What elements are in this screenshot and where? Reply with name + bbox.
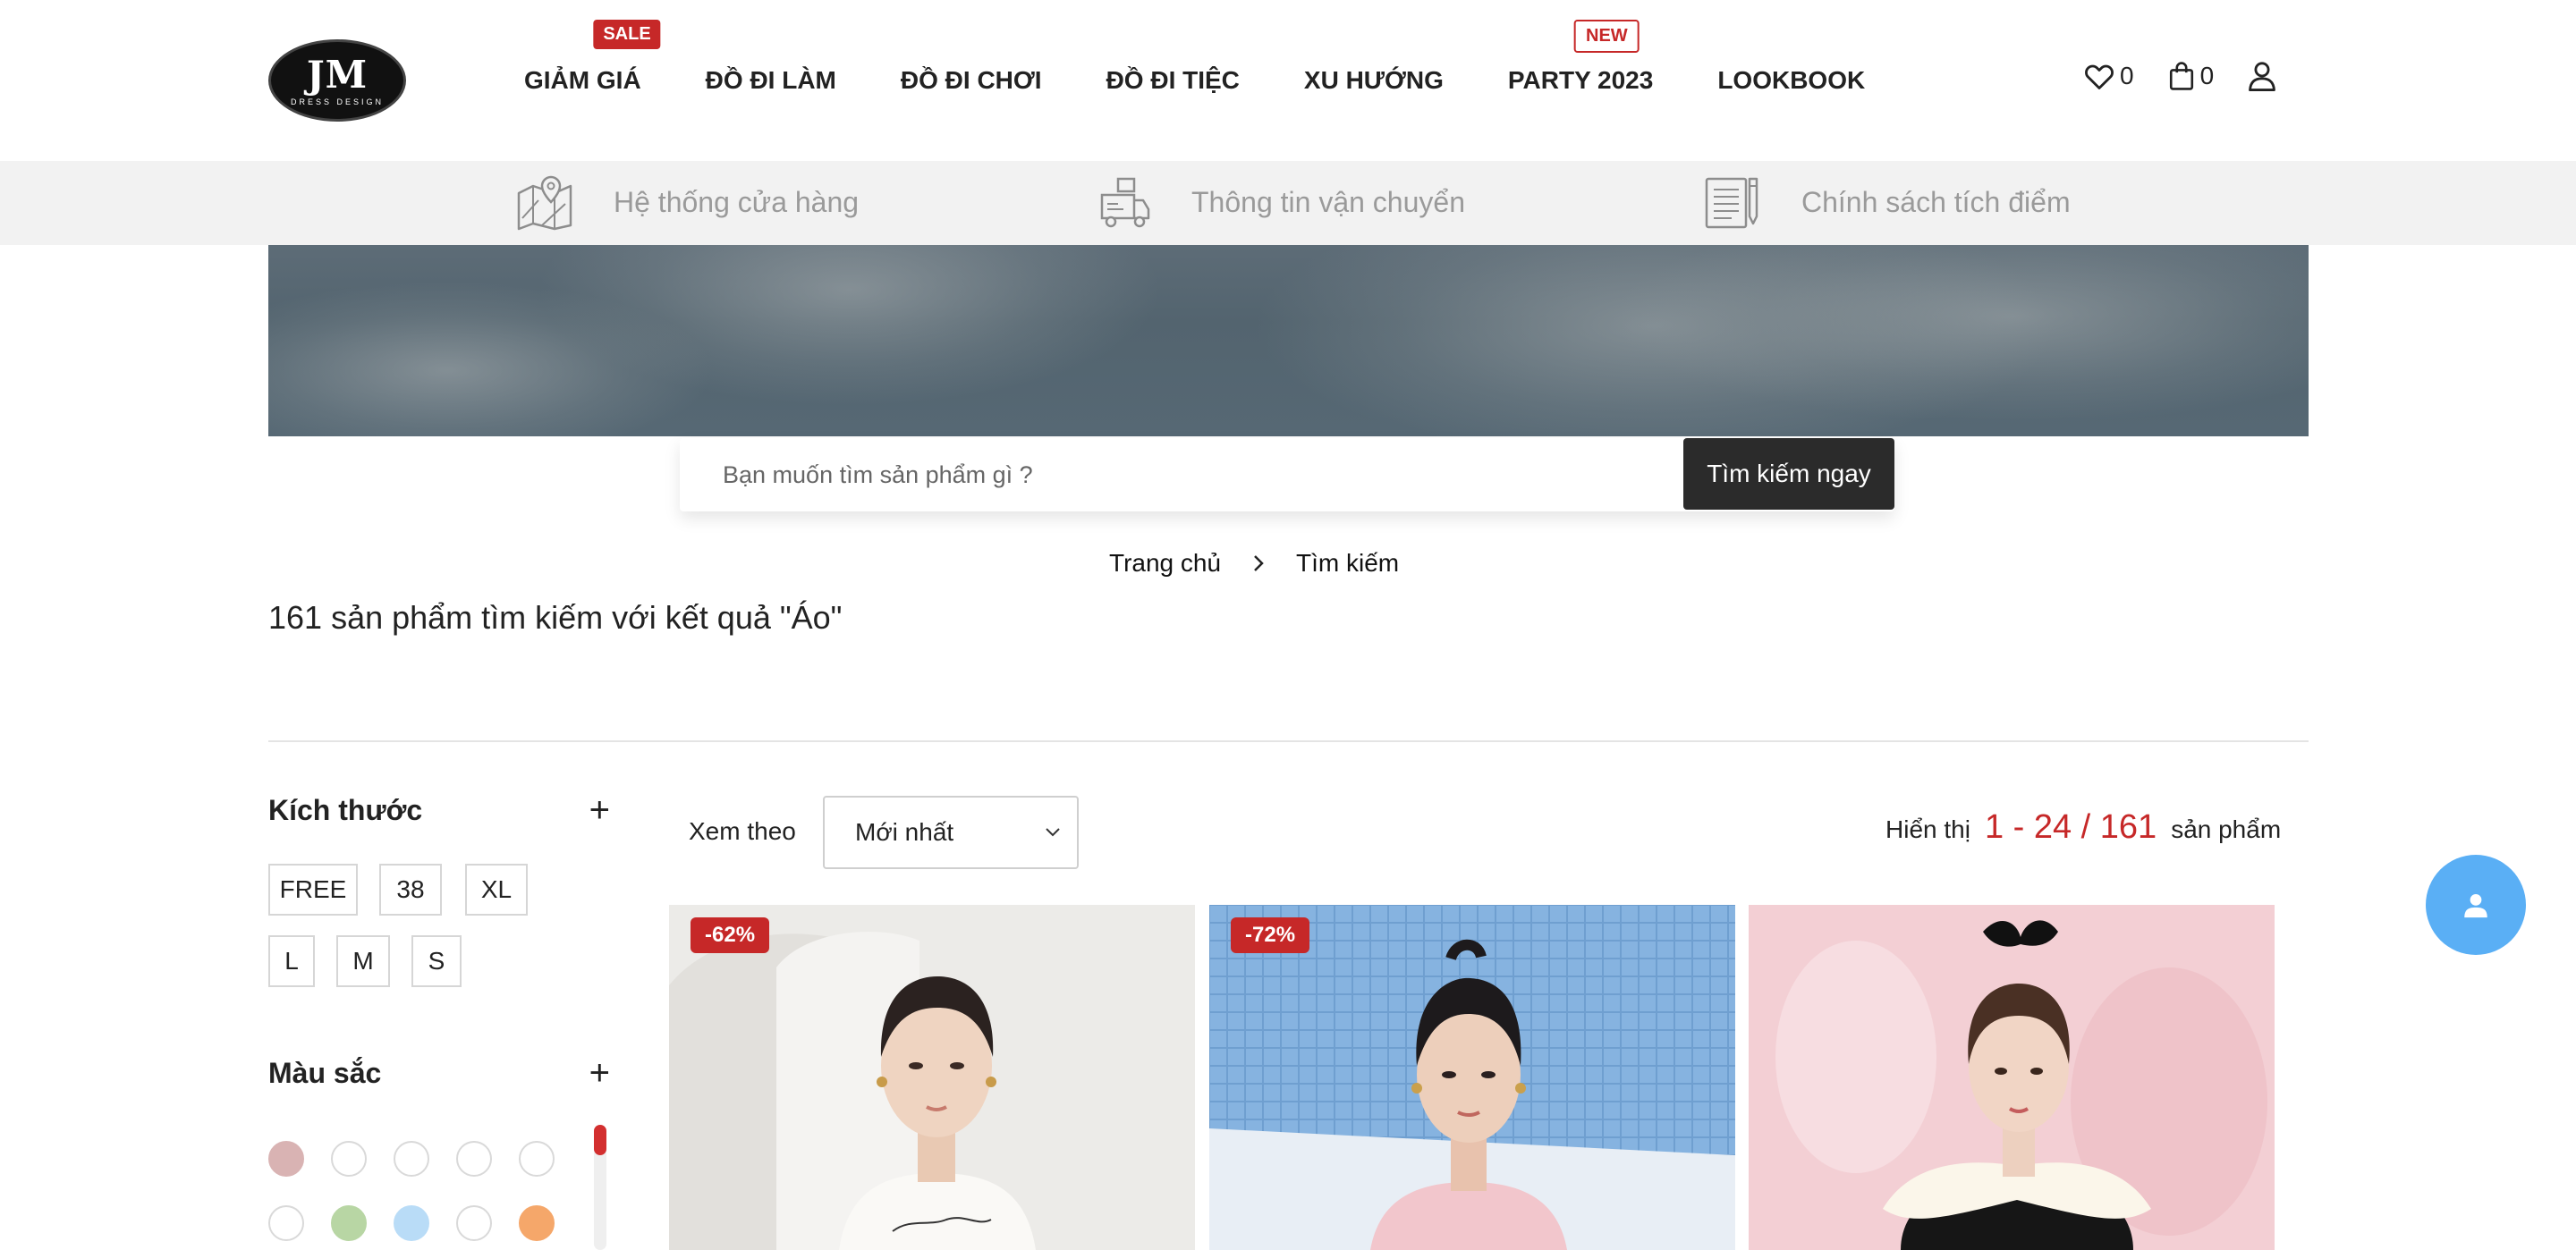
heart-icon <box>2085 64 2114 89</box>
show-prefix: Hiển thị <box>1885 815 1970 843</box>
loyalty-policy-link[interactable]: Chính sách tích điểm <box>1703 173 2071 231</box>
sort-label: Xem theo <box>689 817 796 845</box>
info-bar: Hệ thống cửa hàng Thông tin vận chuyển C… <box>0 161 2576 245</box>
color-swatch[interactable] <box>394 1205 429 1241</box>
nav-label: ĐỒ ĐI LÀM <box>705 66 836 94</box>
sale-badge: SALE <box>593 20 661 49</box>
size-option[interactable]: 38 <box>379 864 442 916</box>
section-divider <box>268 740 2309 742</box>
color-swatch[interactable] <box>519 1205 555 1241</box>
color-filter-title: Màu sắc <box>268 1056 382 1089</box>
color-swatch[interactable] <box>268 1141 304 1177</box>
search-button[interactable]: Tìm kiếm ngay <box>1683 438 1894 510</box>
size-option[interactable]: XL <box>465 864 528 916</box>
size-option[interactable]: L <box>268 935 315 987</box>
breadcrumb-home[interactable]: Trang chủ <box>1109 549 1221 578</box>
cart-button[interactable]: 0 <box>2168 61 2215 91</box>
logo-mark: JM <box>306 53 369 97</box>
nav-item-casual[interactable]: ĐỒ ĐI CHƠI <box>901 66 1042 95</box>
account-button[interactable] <box>2248 61 2276 91</box>
product-image <box>669 905 1195 1250</box>
size-filter-title: Kích thước <box>268 793 423 826</box>
document-pen-icon <box>1705 177 1758 229</box>
show-suffix: sản phẩm <box>2171 815 2282 843</box>
search-input[interactable] <box>680 438 1683 511</box>
nav-item-lookbook[interactable]: LOOKBOOK <box>1717 66 1865 95</box>
discount-badge: -72% <box>1231 917 1310 953</box>
info-label: Chính sách tích điểm <box>1801 185 2071 218</box>
nav-label: LOOKBOOK <box>1717 66 1866 94</box>
store-system-link[interactable]: Hệ thống cửa hàng <box>515 173 859 231</box>
truck-icon <box>1100 177 1150 228</box>
main-nav: SALE GIẢM GIÁ ĐỒ ĐI LÀM ĐỒ ĐI CHƠI ĐỒ ĐI… <box>524 20 1929 98</box>
show-range: 1 - 24 / 161 <box>1984 808 2157 846</box>
chevron-right-icon <box>1253 554 1264 572</box>
breadcrumb-current: Tìm kiếm <box>1296 549 1400 577</box>
color-swatch[interactable] <box>331 1205 367 1241</box>
site-header: JM DRESS DESIGN SALE GIẢM GIÁ ĐỒ ĐI LÀM … <box>0 0 2576 161</box>
user-icon <box>2464 893 2487 918</box>
discount-badge: -62% <box>691 917 770 953</box>
color-filter-header[interactable]: Màu sắc + <box>268 1055 610 1091</box>
size-option[interactable]: M <box>336 935 390 987</box>
product-card[interactable]: -62% <box>669 905 1195 1250</box>
info-label: Thông tin vận chuyển <box>1191 185 1465 218</box>
nav-label: PARTY 2023 <box>1507 66 1654 94</box>
chat-button[interactable] <box>2426 855 2526 955</box>
color-scrollbar-thumb[interactable] <box>594 1125 606 1155</box>
hero-banner <box>268 245 2309 436</box>
product-card[interactable] <box>1749 905 2275 1250</box>
nav-label: GIẢM GIÁ <box>524 66 641 94</box>
size-option[interactable]: FREE <box>268 864 358 916</box>
nav-item-sale[interactable]: SALE GIẢM GIÁ <box>524 20 661 95</box>
header-actions: 0 0 <box>2084 61 2310 91</box>
info-label: Hệ thống cửa hàng <box>614 185 860 218</box>
nav-label: ĐỒ ĐI TIỆC <box>1106 66 1240 94</box>
breadcrumb: Trang chủ Tìm kiếm <box>1109 549 1399 578</box>
size-option[interactable]: S <box>411 935 462 987</box>
plus-icon[interactable]: + <box>589 792 610 828</box>
nav-label: ĐỒ ĐI CHƠI <box>900 66 1042 94</box>
color-swatch[interactable] <box>268 1205 304 1241</box>
nav-item-work[interactable]: ĐỒ ĐI LÀM <box>706 66 836 95</box>
color-swatch[interactable] <box>456 1205 492 1241</box>
nav-label: XU HƯỚNG <box>1303 66 1444 94</box>
new-badge: NEW <box>1574 20 1640 53</box>
bag-icon <box>2169 62 2193 90</box>
cart-count: 0 <box>2199 62 2215 89</box>
color-swatch[interactable] <box>519 1141 555 1177</box>
nav-item-party[interactable]: ĐỒ ĐI TIỆC <box>1106 66 1240 95</box>
sort-selected-value: Mới nhất <box>855 818 954 846</box>
user-icon <box>2249 62 2276 91</box>
logo-subtitle: DRESS DESIGN <box>290 97 384 106</box>
product-image <box>1209 905 1735 1250</box>
brand-logo[interactable]: JM DRESS DESIGN <box>268 39 406 122</box>
chevron-down-icon <box>1046 828 1060 837</box>
size-filter-header[interactable]: Kích thước + <box>268 792 610 828</box>
product-image <box>1749 905 2275 1250</box>
wishlist-count: 0 <box>2120 62 2134 89</box>
nav-item-party-2023[interactable]: NEW PARTY 2023 <box>1507 20 1654 95</box>
nav-item-trends[interactable]: XU HƯỚNG <box>1304 66 1444 95</box>
wishlist-button[interactable]: 0 <box>2084 62 2134 90</box>
color-swatch[interactable] <box>456 1141 492 1177</box>
sort-select[interactable]: Mới nhất <box>823 796 1079 869</box>
color-swatch[interactable] <box>394 1141 429 1177</box>
results-title: 161 sản phẩm tìm kiếm với kết quả "Áo" <box>268 599 843 636</box>
search-box: Tìm kiếm ngay <box>680 438 1894 511</box>
results-count: Hiển thị 1 - 24 / 161 sản phẩm <box>1885 808 2281 847</box>
shipping-info-link[interactable]: Thông tin vận chuyển <box>1097 173 1465 231</box>
plus-icon[interactable]: + <box>589 1055 610 1091</box>
color-swatch[interactable] <box>331 1141 367 1177</box>
map-pin-icon <box>517 175 572 231</box>
product-card[interactable]: -72% <box>1209 905 1735 1250</box>
